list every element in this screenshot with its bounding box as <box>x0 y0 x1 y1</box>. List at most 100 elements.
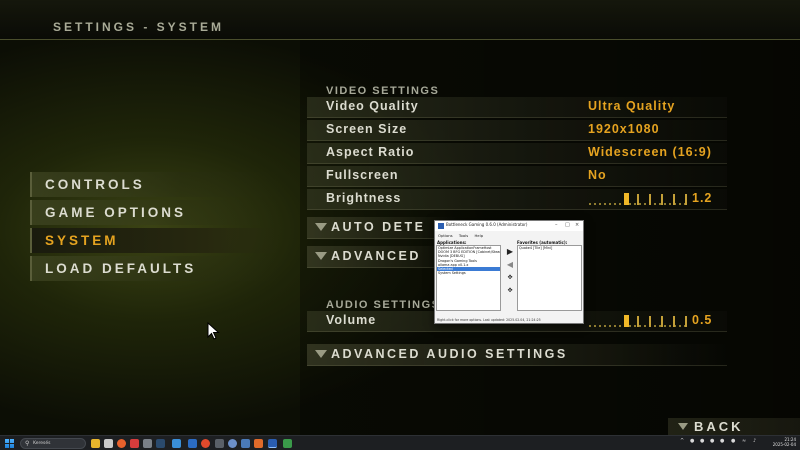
aspect-ratio-row[interactable]: Aspect Ratio Widescreen (16:9) <box>307 143 727 164</box>
minimize-icon[interactable]: – <box>555 222 558 228</box>
brightness-value: 1.2 <box>692 191 713 205</box>
steam-icon[interactable] <box>156 439 165 448</box>
bottleneck-gaming-window: Bottleneck Gaming 0.6.0 (Administrator) … <box>434 220 584 324</box>
app-icon[interactable] <box>215 439 224 448</box>
fullscreen-label: Fullscreen <box>326 168 399 182</box>
app-icon[interactable] <box>143 439 152 448</box>
back-button[interactable]: BACK <box>668 418 800 436</box>
video-quality-label: Video Quality <box>326 99 419 113</box>
volume-slider-handle[interactable] <box>624 315 629 327</box>
app-icon[interactable] <box>241 439 250 448</box>
move-icon[interactable]: ✥ <box>503 272 517 284</box>
favorites-list[interactable]: Quake4 [Tile] [Mini] <box>517 245 582 311</box>
brightness-row[interactable]: Brightness 1.2 <box>307 189 727 210</box>
slider-tick <box>661 316 663 327</box>
list-item[interactable]: System Settings <box>437 271 500 275</box>
slider-tick <box>637 194 639 205</box>
audio-settings-heading: AUDIO SETTINGS <box>326 299 441 311</box>
title-bar: SETTINGS - SYSTEM <box>0 0 800 40</box>
aspect-ratio-value: Widescreen (16:9) <box>588 145 712 159</box>
tray-icon[interactable]: ● <box>690 438 694 444</box>
maximize-icon[interactable]: □ <box>565 222 570 228</box>
chevron-down-icon <box>678 423 688 430</box>
add-favorite-arrow-icon[interactable]: ▶ <box>503 246 517 258</box>
tray-icon[interactable]: ● <box>731 438 735 444</box>
advanced-audio-button[interactable]: ADVANCED AUDIO SETTINGS <box>307 344 727 366</box>
remove-favorite-arrow-icon[interactable]: ◀ <box>503 259 517 271</box>
speaker-icon[interactable]: ♪ <box>753 438 756 444</box>
chevron-down-icon <box>315 350 327 358</box>
slider-tick <box>685 316 687 327</box>
slider-tick <box>673 194 675 205</box>
advanced-video-label: ADVANCED <box>331 249 421 263</box>
fullscreen-row[interactable]: Fullscreen No <box>307 166 727 187</box>
volume-slider[interactable] <box>589 315 689 328</box>
page-title: SETTINGS - SYSTEM <box>53 20 225 34</box>
menu-item-game-options[interactable]: GAME OPTIONS <box>30 200 280 225</box>
windows-start-icon[interactable] <box>5 439 14 448</box>
move-icon[interactable]: ✥ <box>503 285 517 297</box>
screen-size-row[interactable]: Screen Size 1920x1080 <box>307 120 727 141</box>
brightness-slider[interactable] <box>589 193 689 206</box>
menu-item-system[interactable]: SYSTEM <box>30 228 280 253</box>
menu-help[interactable]: Help <box>474 233 483 238</box>
bottleneck-gaming-taskbar-icon[interactable] <box>268 439 277 448</box>
slider-tick <box>649 316 651 327</box>
chevron-down-icon <box>315 223 327 231</box>
app-icon[interactable] <box>104 439 113 448</box>
brightness-label: Brightness <box>326 191 402 205</box>
volume-value: 0.5 <box>692 313 713 327</box>
applications-list[interactable]: Optimize ApplicationFrameHost DOOM 3 BFG… <box>436 245 501 311</box>
slider-tick <box>637 316 639 327</box>
app-icon[interactable] <box>130 439 139 448</box>
app-icon[interactable] <box>283 439 292 448</box>
search-icon: ⚲ <box>25 440 30 447</box>
video-quality-row[interactable]: Video Quality Ultra Quality <box>307 97 727 118</box>
screen-size-label: Screen Size <box>326 122 408 136</box>
left-menu: CONTROLS GAME OPTIONS SYSTEM LOAD DEFAUL… <box>30 172 280 284</box>
menu-options[interactable]: Options <box>438 233 453 238</box>
window-title: Bottleneck Gaming 0.6.0 (Administrator) <box>446 222 528 227</box>
mouse-cursor-icon <box>207 322 220 340</box>
tray-icon[interactable]: ● <box>720 438 724 444</box>
app-icon[interactable] <box>201 439 210 448</box>
clock-date: 2025-02-04 <box>772 442 796 447</box>
tray-icon[interactable]: ● <box>700 438 704 444</box>
taskbar-search[interactable]: ⚲ Keresés <box>20 438 86 449</box>
app-icon[interactable] <box>188 439 197 448</box>
file-explorer-icon[interactable] <box>91 439 100 448</box>
menu-tools[interactable]: Tools <box>459 233 468 238</box>
app-icon[interactable] <box>228 439 237 448</box>
chevron-up-icon[interactable]: ^ <box>680 438 684 444</box>
back-label: BACK <box>694 419 744 434</box>
chevron-down-icon <box>315 252 327 260</box>
video-settings-heading: VIDEO SETTINGS <box>326 85 440 97</box>
aspect-ratio-label: Aspect Ratio <box>326 145 415 159</box>
video-quality-value: Ultra Quality <box>588 99 676 113</box>
auto-detect-label: AUTO DETE <box>331 220 426 234</box>
slider-tick <box>685 194 687 205</box>
window-menu-bar: Options Tools Help <box>438 233 488 238</box>
taskbar: ⚲ Keresés ^ ● ● ● ● ● ≈ ♪ 21:24 2025-02-… <box>0 435 800 450</box>
screen-size-value: 1920x1080 <box>588 122 660 136</box>
fullscreen-value: No <box>588 168 607 182</box>
brightness-slider-handle[interactable] <box>624 193 629 205</box>
window-status-bar: Right-click for more options. Last updat… <box>437 318 541 322</box>
advanced-audio-label: ADVANCED AUDIO SETTINGS <box>331 347 568 361</box>
volume-label: Volume <box>326 313 377 327</box>
slider-tick <box>661 194 663 205</box>
slider-tick <box>649 194 651 205</box>
menu-item-controls[interactable]: CONTROLS <box>30 172 280 197</box>
tray-icon[interactable]: ● <box>710 438 714 444</box>
slider-tick <box>673 316 675 327</box>
close-icon[interactable]: × <box>575 222 579 228</box>
taskbar-clock[interactable]: 21:24 2025-02-04 <box>770 437 796 447</box>
list-item[interactable]: Quake4 [Tile] [Mini] <box>518 246 581 250</box>
firefox-icon[interactable] <box>117 439 126 448</box>
wifi-icon[interactable]: ≈ <box>742 438 746 444</box>
menu-item-load-defaults[interactable]: LOAD DEFAULTS <box>30 256 280 281</box>
app-icon[interactable] <box>172 439 181 448</box>
app-icon[interactable] <box>254 439 263 448</box>
app-icon <box>438 223 444 229</box>
window-titlebar[interactable]: Bottleneck Gaming 0.6.0 (Administrator) … <box>435 221 583 231</box>
